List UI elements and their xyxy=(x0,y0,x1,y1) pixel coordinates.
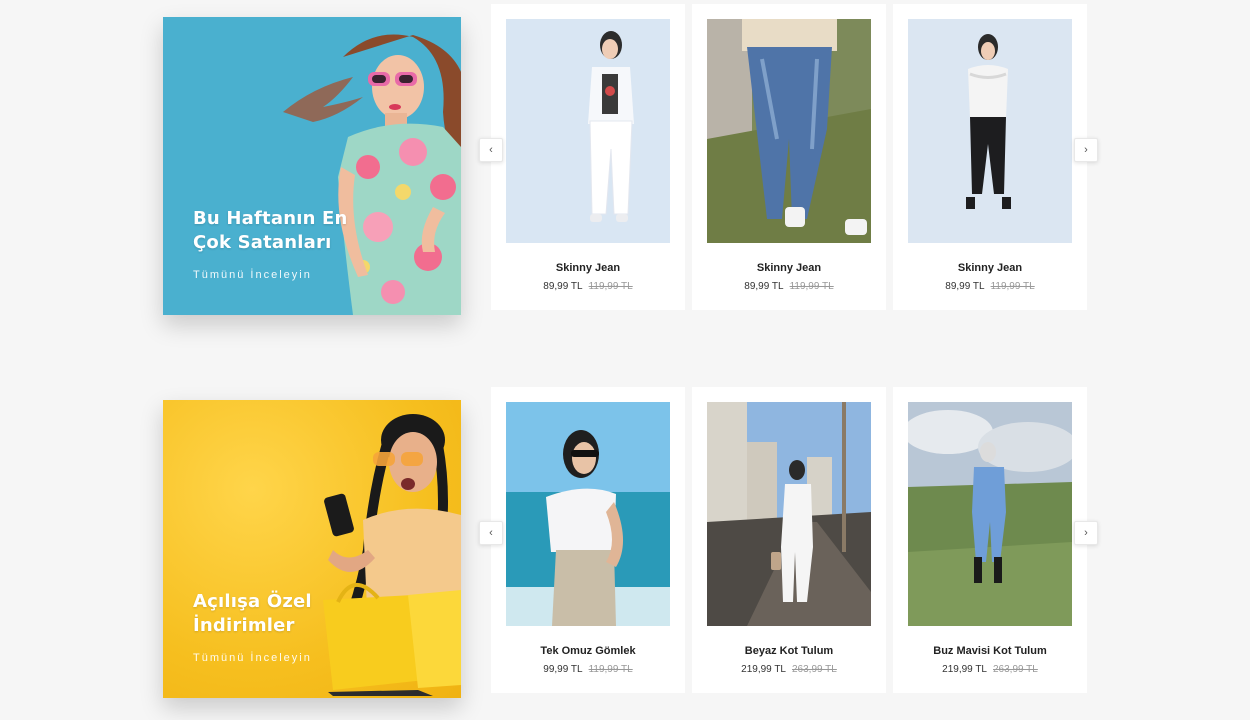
product-image[interactable] xyxy=(506,402,670,626)
bestsellers-section: Bu Haftanın En Çok Satanları Tümünü İnce… xyxy=(0,0,1250,320)
product-card[interactable]: Beyaz Kot Tulum 219,99 TL 263,99 TL xyxy=(692,387,886,693)
product-old-price: 119,99 TL xyxy=(990,281,1035,292)
carousel-prev-button[interactable]: ‹ xyxy=(479,521,503,545)
product-card[interactable]: Buz Mavisi Kot Tulum 219,99 TL 263,99 TL xyxy=(893,387,1087,693)
product-image[interactable] xyxy=(506,19,670,243)
product-price: 89,99 TL xyxy=(543,281,583,292)
view-all-link[interactable]: Tümünü İnceleyin xyxy=(193,652,312,664)
product-name[interactable]: Buz Mavisi Kot Tulum xyxy=(893,645,1087,657)
product-prices: 219,99 TL 263,99 TL xyxy=(692,664,886,675)
bestsellers-promo-banner[interactable]: Bu Haftanın En Çok Satanları Tümünü İnce… xyxy=(163,17,461,315)
carousel-prev-button[interactable]: ‹ xyxy=(479,138,503,162)
product-price: 89,99 TL xyxy=(744,281,784,292)
product-prices: 89,99 TL 119,99 TL xyxy=(893,281,1087,292)
product-prices: 89,99 TL 119,99 TL xyxy=(491,281,685,292)
carousel-next-button[interactable]: › xyxy=(1074,521,1098,545)
product-old-price: 119,99 TL xyxy=(588,664,633,675)
promo-title: Açılışa Özel İndirimler xyxy=(193,591,312,636)
product-name[interactable]: Tek Omuz Gömlek xyxy=(491,645,685,657)
product-image[interactable] xyxy=(908,402,1072,626)
product-price: 219,99 TL xyxy=(741,664,786,675)
product-price: 219,99 TL xyxy=(942,664,987,675)
product-name[interactable]: Skinny Jean xyxy=(692,262,886,274)
opening-discounts-promo-banner[interactable]: Açılışa Özel İndirimler Tümünü İnceleyin xyxy=(163,400,461,698)
carousel-next-button[interactable]: › xyxy=(1074,138,1098,162)
product-card[interactable]: Skinny Jean 89,99 TL 119,99 TL xyxy=(692,4,886,310)
product-price: 89,99 TL xyxy=(945,281,985,292)
product-card[interactable]: Skinny Jean 89,99 TL 119,99 TL xyxy=(491,4,685,310)
product-old-price: 119,99 TL xyxy=(789,281,834,292)
product-card[interactable]: Tek Omuz Gömlek 99,99 TL 119,99 TL xyxy=(491,387,685,693)
product-name[interactable]: Skinny Jean xyxy=(893,262,1087,274)
product-prices: 219,99 TL 263,99 TL xyxy=(893,664,1087,675)
product-image[interactable] xyxy=(707,402,871,626)
product-card[interactable]: Skinny Jean 89,99 TL 119,99 TL xyxy=(893,4,1087,310)
product-name[interactable]: Skinny Jean xyxy=(491,262,685,274)
product-image[interactable] xyxy=(908,19,1072,243)
product-image[interactable] xyxy=(707,19,871,243)
view-all-link[interactable]: Tümünü İnceleyin xyxy=(193,269,312,281)
product-prices: 99,99 TL 119,99 TL xyxy=(491,664,685,675)
product-prices: 89,99 TL 119,99 TL xyxy=(692,281,886,292)
promo-title: Bu Haftanın En Çok Satanları xyxy=(193,208,348,253)
product-old-price: 263,99 TL xyxy=(792,664,837,675)
product-name[interactable]: Beyaz Kot Tulum xyxy=(692,645,886,657)
opening-discounts-section: Açılışa Özel İndirimler Tümünü İnceleyin… xyxy=(0,383,1250,703)
product-old-price: 263,99 TL xyxy=(993,664,1038,675)
product-old-price: 119,99 TL xyxy=(588,281,633,292)
product-price: 99,99 TL xyxy=(543,664,583,675)
